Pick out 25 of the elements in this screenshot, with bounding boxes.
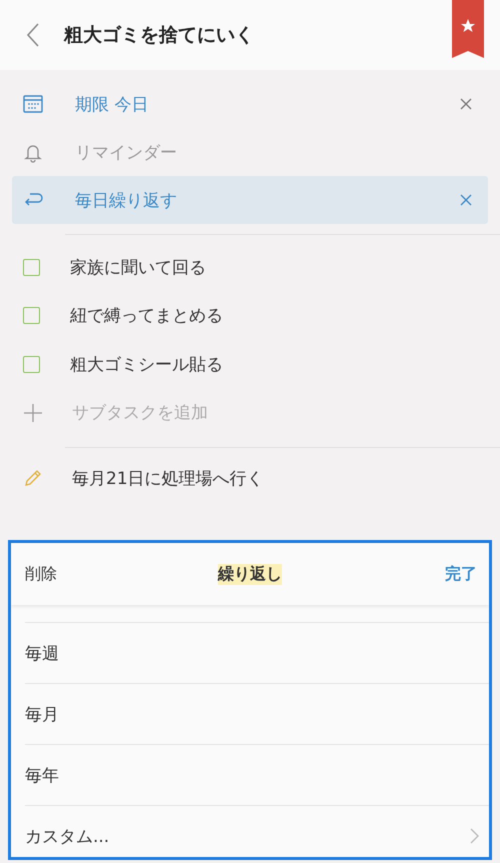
delete-button[interactable]: 削除 [25, 564, 57, 584]
repeat-option[interactable]: 毎月 [25, 684, 489, 745]
clear-icon[interactable] [460, 194, 472, 206]
add-subtask-field[interactable]: サブタスクを追加 [72, 402, 372, 423]
sheet-title: 繰り返し [218, 564, 282, 584]
pencil-icon [23, 468, 43, 488]
subtask-label: 粗大ゴミシール貼る [70, 354, 223, 376]
star-ribbon[interactable] [452, 0, 484, 58]
subtask-label: 家族に聞いて回る [70, 256, 206, 279]
calendar-icon [22, 93, 44, 115]
checkbox[interactable] [23, 258, 40, 276]
done-button[interactable]: 完了 [445, 564, 477, 584]
task-title: 粗大ゴミを捨てにいく [64, 23, 254, 48]
star-icon [460, 18, 476, 34]
clear-icon[interactable] [460, 98, 472, 110]
note-text[interactable]: 毎月21日に処理場へ行く [72, 466, 264, 490]
repeat-option[interactable]: 毎週 [25, 623, 489, 684]
checkbox[interactable] [23, 307, 40, 324]
repeat-option[interactable]: 毎年 [25, 745, 489, 806]
checkbox[interactable] [23, 356, 40, 373]
repeat-option[interactable]: カスタム... [25, 806, 489, 857]
back-icon[interactable] [26, 22, 40, 48]
plus-icon[interactable] [23, 402, 43, 423]
subtask-label: 紐で縛ってまとめる [70, 305, 223, 328]
chevron-icon [470, 828, 479, 844]
